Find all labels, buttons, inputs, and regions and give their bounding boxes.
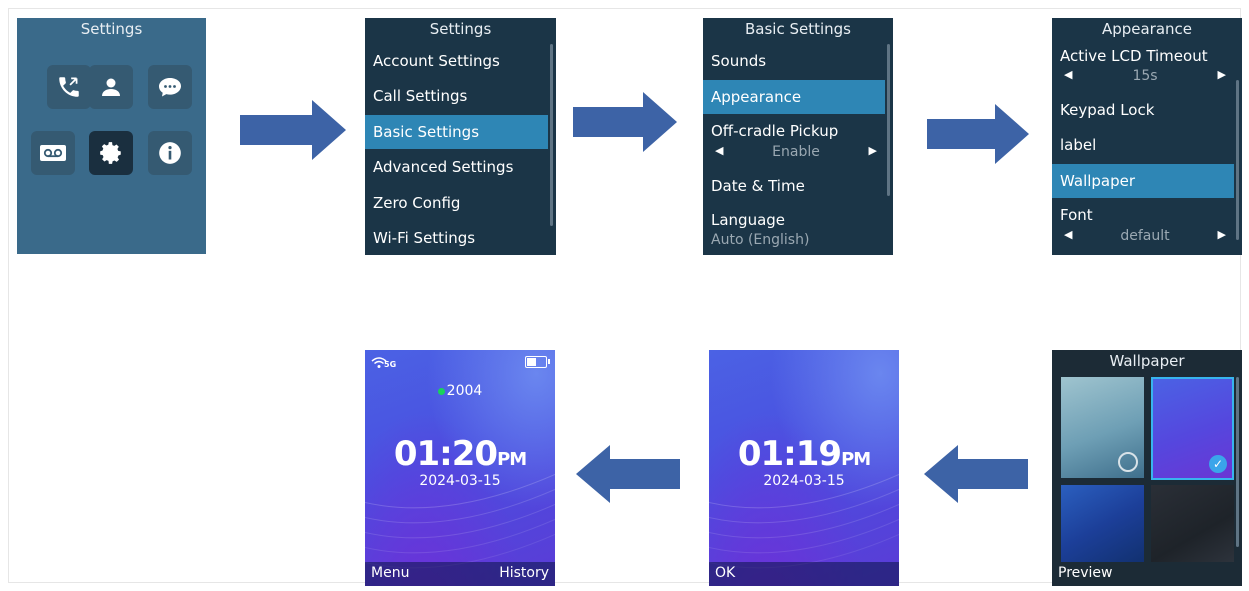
wallpaper-preview-screen: 01:19PM 2024-03-15 OK [709, 350, 899, 586]
menu-item-advanced-settings[interactable]: Advanced Settings [365, 150, 548, 184]
softkey-menu[interactable]: Menu [371, 565, 409, 581]
menu-item-sounds[interactable]: Sounds [703, 44, 885, 78]
info-icon [159, 142, 181, 164]
arrow-left-icon [924, 445, 1028, 503]
gear-icon [100, 142, 121, 164]
off-cradle-value: Enable [772, 144, 820, 160]
voicemail-icon [40, 145, 66, 161]
menu-item-call-settings[interactable]: Call Settings [365, 79, 548, 113]
settings-tile[interactable] [89, 131, 133, 175]
info-tile[interactable] [148, 131, 192, 175]
font-value: default [1120, 228, 1170, 244]
clock-ampm: PM [841, 449, 871, 470]
menu-item-account-settings[interactable]: Account Settings [365, 44, 548, 78]
menu-item-zero-config[interactable]: Zero Config [365, 186, 548, 220]
menu-item-keypad-lock[interactable]: Keypad Lock [1052, 93, 1234, 127]
scrollbar[interactable] [1236, 377, 1239, 547]
screen-title: Appearance [1101, 20, 1193, 38]
softkey-history[interactable]: History [499, 565, 549, 581]
menu-item-font[interactable]: Font [1052, 198, 1234, 232]
clock-time: 01:19PM [709, 434, 899, 474]
clock-date: 2024-03-15 [419, 473, 501, 489]
triangle-right-icon[interactable]: ▶ [1218, 68, 1226, 81]
checkmark-icon: ✓ [1209, 455, 1227, 473]
voicemail-tile[interactable] [31, 131, 75, 175]
account-status: 2004 [365, 383, 555, 399]
arrow-left-icon [576, 445, 680, 503]
softkey-ok[interactable]: OK [715, 565, 735, 581]
screen-title: Settings [80, 20, 143, 38]
font-value-selector[interactable]: ◀ default ▶ [1060, 228, 1230, 246]
network-label: 5G [384, 360, 397, 369]
softkey-bar: OK [709, 562, 899, 586]
wallpaper-thumb-4[interactable] [1151, 485, 1234, 565]
lcd-timeout-value-selector[interactable]: ◀ 15s ▶ [1060, 68, 1230, 86]
clock-date: 2024-03-15 [763, 473, 845, 489]
phone-icon [59, 77, 79, 97]
scrollbar[interactable] [887, 44, 890, 196]
wallpaper-thumb-3[interactable] [1061, 485, 1144, 565]
wallpaper-picker-screen: Wallpaper ✓ Preview [1052, 350, 1242, 586]
scrollbar[interactable] [550, 44, 553, 226]
clock-ampm: PM [497, 449, 527, 470]
settings-icon-screen: Settings [17, 18, 206, 254]
radio-unchecked-icon [1118, 452, 1138, 472]
menu-item-wallpaper[interactable]: Wallpaper [1052, 164, 1234, 198]
softkey-preview[interactable]: Preview [1058, 565, 1113, 581]
softkey-bar: Preview [1052, 562, 1242, 586]
idle-home-screen: 5G 2004 01:20PM 2024-03-15 Menu History [365, 350, 555, 586]
menu-item-label[interactable]: label [1052, 128, 1234, 162]
menu-item-appearance[interactable]: Appearance [703, 80, 885, 114]
screen-title: Basic Settings [744, 20, 851, 38]
settings-list-screen: Settings Account Settings Call Settings … [365, 18, 556, 255]
language-value: Auto (English) [711, 232, 810, 248]
triangle-right-icon[interactable]: ▶ [869, 144, 877, 157]
contacts-tile[interactable] [89, 65, 133, 109]
menu-item-basic-settings[interactable]: Basic Settings [365, 115, 548, 149]
account-extension: 2004 [446, 383, 483, 399]
clock-hours-minutes: 01:20 [393, 434, 498, 474]
messages-tile[interactable] [148, 65, 192, 109]
clock-hours-minutes: 01:19 [737, 434, 842, 474]
off-cradle-value-selector[interactable]: ◀ Enable ▶ [711, 144, 881, 162]
scrollbar[interactable] [1236, 80, 1239, 240]
wallpaper-thumb-2[interactable]: ✓ [1151, 377, 1234, 480]
menu-item-wifi-settings[interactable]: Wi-Fi Settings [365, 221, 548, 255]
menu-item-date-time[interactable]: Date & Time [703, 169, 885, 203]
arrow-right-icon [573, 92, 677, 152]
arrow-right-icon [240, 100, 346, 160]
lcd-timeout-value: 15s [1132, 68, 1158, 84]
triangle-right-icon[interactable]: ▶ [1218, 228, 1226, 241]
battery-icon [525, 356, 550, 368]
screen-title: Wallpaper [1109, 352, 1185, 370]
wifi-signal-icon: 5G [371, 354, 397, 370]
wallpaper-thumb-1[interactable] [1061, 377, 1144, 478]
arrow-right-icon [927, 104, 1029, 164]
registered-dot-icon [437, 387, 445, 395]
menu-item-off-cradle-pickup[interactable]: Off-cradle Pickup [703, 114, 885, 148]
appearance-screen: Appearance Active LCD Timeout ◀ 15s ▶ Ke… [1052, 18, 1242, 255]
person-icon [102, 78, 120, 96]
screen-title: Settings [429, 20, 492, 38]
clock-time: 01:20PM [365, 434, 555, 474]
chat-bubble-icon [159, 78, 181, 97]
call-history-tile[interactable] [47, 65, 91, 109]
softkey-bar: Menu History [365, 562, 555, 586]
basic-settings-screen: Basic Settings Sounds Appearance Off-cra… [703, 18, 893, 255]
